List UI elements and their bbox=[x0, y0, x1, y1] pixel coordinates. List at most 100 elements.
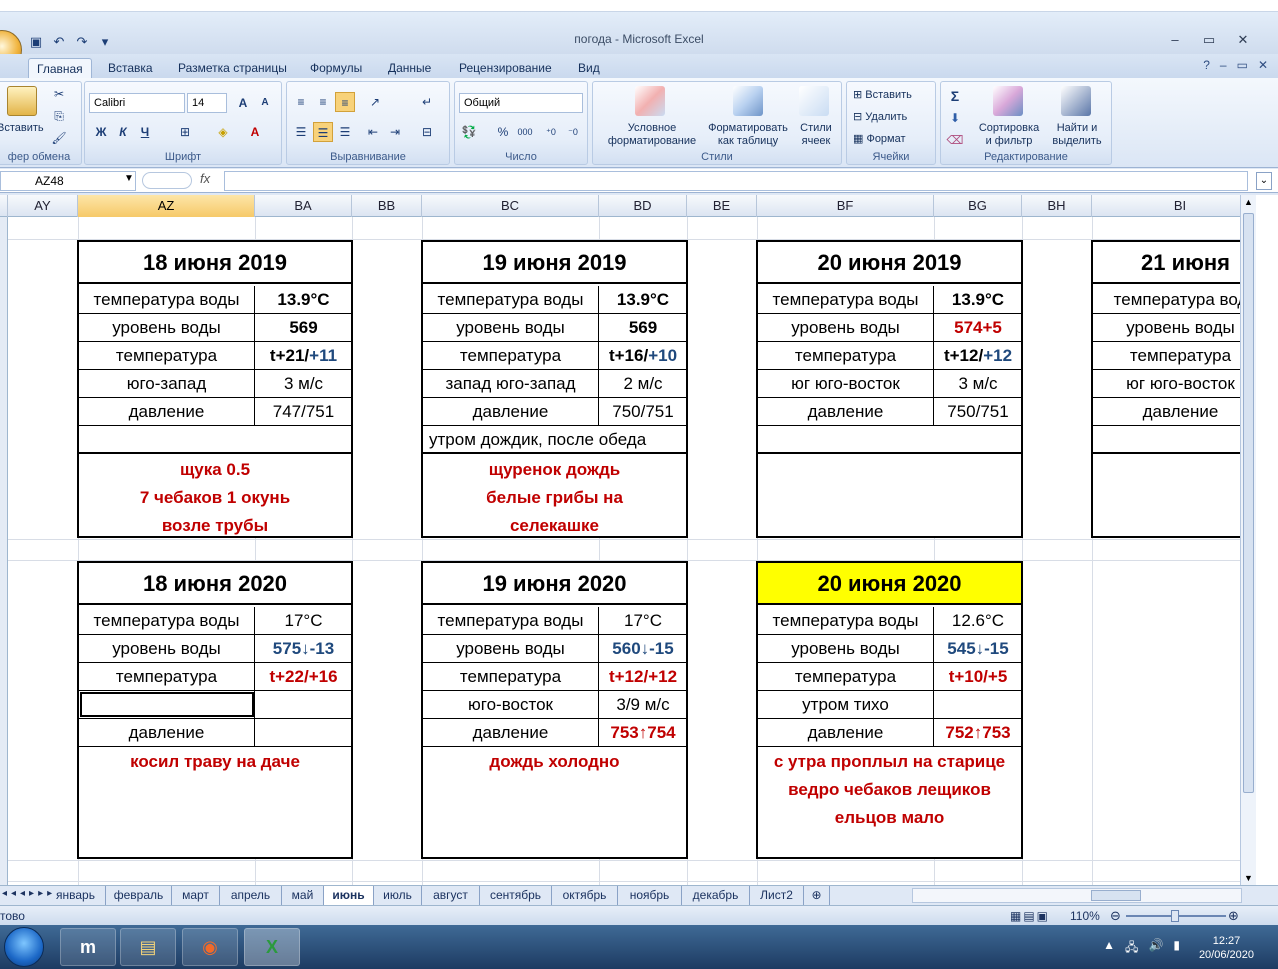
cell-styles-button[interactable]: Стили ячеек bbox=[793, 122, 839, 148]
excel-taskbar-icon[interactable]: X bbox=[244, 928, 300, 966]
format-cells-button[interactable]: ▦ Формат bbox=[853, 132, 906, 145]
increase-indent-icon[interactable]: ⇥ bbox=[385, 122, 405, 142]
fill-color-icon[interactable]: ◈ bbox=[213, 122, 233, 142]
maxthon-browser-icon[interactable]: m bbox=[60, 928, 116, 966]
ribbon-close-icon[interactable]: ✕ bbox=[1258, 58, 1268, 72]
align-bottom-icon[interactable]: ≡ bbox=[335, 92, 355, 112]
image-viewer-icon[interactable]: ◉ bbox=[182, 928, 238, 966]
tray-arrow-icon[interactable]: ▲ bbox=[1103, 938, 1115, 959]
column-header-be[interactable]: BE bbox=[687, 195, 757, 217]
sheet-tab-september[interactable]: сентябрь bbox=[480, 886, 552, 905]
insert-sheet-icon[interactable]: ⊕ bbox=[804, 886, 830, 905]
format-painter-icon[interactable]: 🖌 bbox=[49, 128, 69, 148]
percent-button[interactable]: % bbox=[493, 122, 513, 142]
name-box-dropdown-icon[interactable]: ▼ bbox=[124, 173, 134, 184]
clear-icon[interactable]: ⌫ bbox=[945, 130, 965, 150]
volume-icon[interactable]: 🔊 bbox=[1148, 938, 1163, 959]
autosum-icon[interactable]: Σ bbox=[945, 86, 965, 106]
sheet-tab-july[interactable]: июль bbox=[374, 886, 422, 905]
sheet-tab-may[interactable]: май bbox=[282, 886, 324, 905]
horizontal-scrollbar[interactable] bbox=[912, 888, 1242, 903]
tab-insert[interactable]: Вставка bbox=[100, 58, 161, 78]
column-header-bi[interactable]: BI bbox=[1092, 195, 1240, 217]
column-header-bb[interactable]: BB bbox=[352, 195, 422, 217]
signal-icon[interactable]: ▮ bbox=[1173, 938, 1180, 959]
minimize-icon[interactable]: – bbox=[1158, 30, 1192, 50]
align-top-icon[interactable]: ≡ bbox=[291, 92, 311, 112]
fill-icon[interactable]: ⬇ bbox=[945, 108, 965, 128]
maximize-icon[interactable]: ▭ bbox=[1192, 30, 1226, 50]
font-size-select[interactable]: 14 bbox=[187, 93, 227, 113]
scroll-up-icon[interactable]: ▲ bbox=[1244, 197, 1253, 207]
expand-formula-bar-icon[interactable]: ⌄ bbox=[1256, 172, 1272, 190]
select-all-corner[interactable] bbox=[0, 195, 8, 217]
vertical-scroll-thumb[interactable] bbox=[1243, 213, 1254, 793]
tab-data[interactable]: Данные bbox=[380, 58, 439, 78]
find-select-icon[interactable] bbox=[1061, 86, 1091, 116]
tab-view[interactable]: Вид bbox=[570, 58, 608, 78]
worksheet-grid[interactable]: AY AZ BA BB BC BD BE BF BG BH BI 18 июня… bbox=[0, 195, 1240, 885]
vertical-scrollbar[interactable]: ▲ ▼ bbox=[1240, 195, 1256, 885]
zoom-out-icon[interactable]: ⊖ bbox=[1110, 908, 1121, 924]
wrap-text-icon[interactable]: ↵ bbox=[417, 92, 437, 112]
merge-center-icon[interactable]: ⊟ bbox=[417, 122, 437, 142]
column-header-bd[interactable]: BD bbox=[599, 195, 687, 217]
number-format-select[interactable]: Общий bbox=[459, 93, 583, 113]
close-icon[interactable]: ✕ bbox=[1226, 30, 1260, 50]
insert-cells-button[interactable]: ⊞ Вставить bbox=[853, 88, 912, 101]
tab-home[interactable]: Главная bbox=[28, 58, 92, 78]
name-box[interactable]: AZ48 bbox=[0, 171, 136, 191]
align-left-icon[interactable]: ☰ bbox=[291, 122, 311, 142]
currency-icon[interactable]: 💱 bbox=[459, 122, 479, 142]
tab-review[interactable]: Рецензирование bbox=[451, 58, 560, 78]
sheet-tab-november[interactable]: ноябрь bbox=[618, 886, 682, 905]
column-header-bf[interactable]: BF bbox=[757, 195, 934, 217]
horizontal-scroll-thumb[interactable] bbox=[1091, 890, 1141, 901]
grow-font-icon[interactable]: A bbox=[233, 93, 253, 113]
paste-icon[interactable] bbox=[7, 86, 37, 116]
font-name-select[interactable]: Calibri bbox=[89, 93, 185, 113]
zoom-slider-thumb[interactable] bbox=[1171, 910, 1179, 922]
zoom-in-icon[interactable]: ⊕ bbox=[1228, 908, 1239, 924]
delete-cells-button[interactable]: ⊟ Удалить bbox=[853, 110, 907, 123]
help-icon[interactable]: ? bbox=[1203, 58, 1210, 72]
format-as-table-icon[interactable] bbox=[733, 86, 763, 116]
sheet-tab-december[interactable]: декабрь bbox=[682, 886, 750, 905]
font-color-icon[interactable]: A bbox=[245, 122, 265, 142]
sort-filter-icon[interactable] bbox=[993, 86, 1023, 116]
sheet-tab-january[interactable]: январь bbox=[46, 886, 106, 905]
align-middle-icon[interactable]: ≡ bbox=[313, 92, 333, 112]
increase-decimal-icon[interactable]: ⁺0 bbox=[541, 122, 561, 142]
file-explorer-icon[interactable]: ▤ bbox=[120, 928, 176, 966]
sheet-tab-august[interactable]: август bbox=[422, 886, 480, 905]
decrease-decimal-icon[interactable]: ⁻0 bbox=[563, 122, 583, 142]
clock[interactable]: 12:27 20/06/2020 bbox=[1199, 934, 1254, 962]
thousands-button[interactable]: 000 bbox=[515, 122, 535, 142]
column-header-az[interactable]: AZ bbox=[78, 195, 255, 217]
sheet-tab-june[interactable]: июнь bbox=[324, 886, 374, 905]
find-select-button[interactable]: Найти и выделить bbox=[1045, 122, 1109, 148]
shrink-font-icon[interactable]: A bbox=[255, 93, 275, 113]
italic-button[interactable]: К bbox=[113, 122, 133, 142]
tab-page-layout[interactable]: Разметка страницы bbox=[170, 58, 295, 78]
borders-icon[interactable]: ⊞ bbox=[175, 122, 195, 142]
cell-styles-icon[interactable] bbox=[799, 86, 829, 116]
scroll-down-icon[interactable]: ▼ bbox=[1244, 873, 1253, 883]
underline-button[interactable]: Ч bbox=[135, 122, 155, 142]
ribbon-restore-icon[interactable]: ▭ bbox=[1237, 58, 1248, 72]
start-button[interactable] bbox=[4, 927, 44, 967]
sheet-tab-list2[interactable]: Лист2 bbox=[750, 886, 804, 905]
column-header-bg[interactable]: BG bbox=[934, 195, 1022, 217]
column-header-bh[interactable]: BH bbox=[1022, 195, 1092, 217]
paste-button-label[interactable]: Вставить bbox=[0, 122, 44, 134]
sort-filter-button[interactable]: Сортировка и фильтр bbox=[975, 122, 1043, 148]
insert-function-button[interactable]: fx bbox=[200, 171, 210, 186]
zoom-level[interactable]: 110% bbox=[1070, 909, 1100, 923]
cut-icon[interactable]: ✂ bbox=[49, 84, 69, 104]
formula-input[interactable] bbox=[224, 171, 1248, 191]
ribbon-minimize-icon[interactable]: – bbox=[1220, 58, 1227, 72]
network-icon[interactable]: 🖧 bbox=[1125, 938, 1138, 959]
bold-button[interactable]: Ж bbox=[91, 122, 111, 142]
sheet-tab-october[interactable]: октябрь bbox=[552, 886, 618, 905]
formula-bar-resize-handle[interactable] bbox=[142, 172, 192, 189]
